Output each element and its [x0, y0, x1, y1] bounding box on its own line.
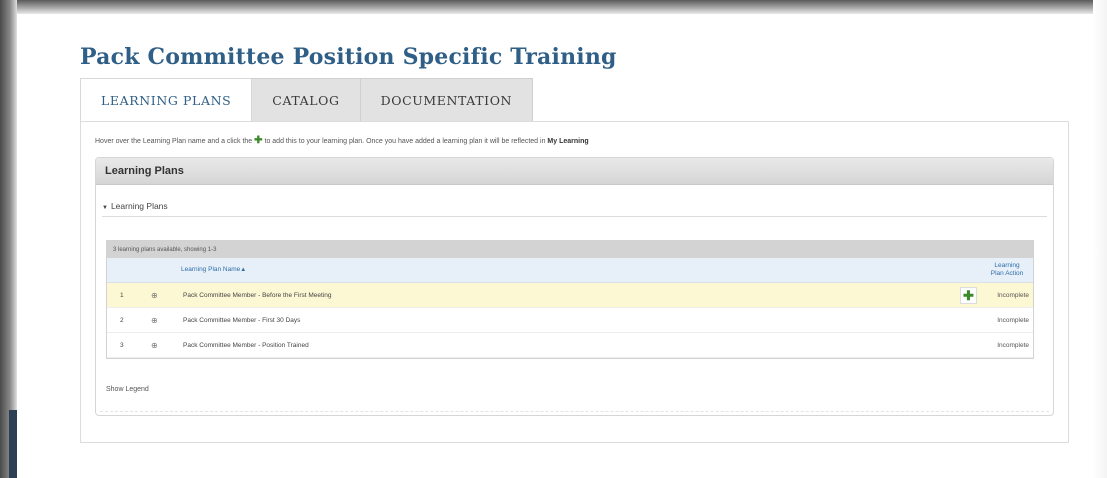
plan-name[interactable]: Pack Committee Member - Position Trained [183, 342, 309, 349]
instruction-text-before: Hover over the Learning Plan name and a … [95, 138, 253, 145]
learning-plans-table: 3 learning plans available, showing 1-3 … [106, 240, 1034, 359]
table-row[interactable]: 3 ⊕ Pack Committee Member - Position Tra… [107, 333, 1033, 358]
info-icon[interactable]: ⊕ [151, 316, 158, 325]
tab-learning-plans[interactable]: LEARNING PLANS [80, 78, 253, 122]
column-header-name[interactable]: Learning Plan Name▲ [181, 266, 246, 273]
table-header: Learning Plan Name▲ Learning Plan Action [107, 258, 1033, 283]
table-status: 3 learning plans available, showing 1-3 [107, 241, 1033, 258]
tab-catalog[interactable]: CATALOG [252, 78, 361, 122]
plan-status: Incomplete [997, 317, 1029, 324]
plan-name[interactable]: Pack Committee Member - Before the First… [183, 292, 331, 299]
tab-panel: Hover over the Learning Plan name and a … [80, 121, 1069, 443]
learning-plans-box: Learning Plans ▼ Learning Plans 3 learnin… [95, 157, 1054, 416]
table-row[interactable]: 1 ⊕ Pack Committee Member - Before the F… [107, 283, 1033, 308]
row-number: 1 [120, 292, 124, 299]
learning-plans-section-toggle[interactable]: ▼ Learning Plans [102, 201, 168, 211]
window-frame-left-accent [9, 410, 17, 478]
bottom-divider [100, 411, 1049, 412]
plan-name[interactable]: Pack Committee Member - First 30 Days [183, 317, 300, 324]
instruction-text-after: to add this to your learning plan. Once … [264, 138, 546, 145]
window-frame-right [1093, 0, 1107, 478]
instruction-text: Hover over the Learning Plan name and a … [95, 135, 589, 146]
column-header-name-label: Learning Plan Name [181, 266, 241, 273]
window-frame-top [0, 0, 1107, 14]
triangle-down-icon: ▼ [102, 205, 108, 211]
show-legend-link[interactable]: Show Legend [106, 386, 149, 393]
info-icon[interactable]: ⊕ [151, 291, 158, 300]
row-number: 2 [120, 317, 124, 324]
my-learning-link[interactable]: My Learning [547, 138, 588, 145]
row-number: 3 [120, 342, 124, 349]
tab-bar: LEARNING PLANS CATALOG DOCUMENTATION [80, 78, 534, 122]
tab-documentation[interactable]: DOCUMENTATION [360, 78, 534, 122]
plan-status: Incomplete [997, 292, 1029, 299]
plan-status: Incomplete [997, 342, 1029, 349]
page-content: Pack Committee Position Specific Trainin… [17, 14, 1093, 478]
plus-icon: ✚ [254, 135, 263, 146]
sort-asc-icon: ▲ [240, 267, 247, 273]
column-header-action: Learning Plan Action [990, 262, 1024, 277]
add-plan-button[interactable]: ✚ [960, 287, 977, 304]
window-frame-left [0, 0, 17, 478]
page-title: Pack Committee Position Specific Trainin… [80, 44, 617, 70]
learning-plans-header: Learning Plans [96, 158, 1053, 185]
table-row[interactable]: 2 ⊕ Pack Committee Member - First 30 Day… [107, 308, 1033, 333]
info-icon[interactable]: ⊕ [151, 341, 158, 350]
section-toggle-label: Learning Plans [110, 201, 168, 211]
section-divider [102, 216, 1047, 217]
